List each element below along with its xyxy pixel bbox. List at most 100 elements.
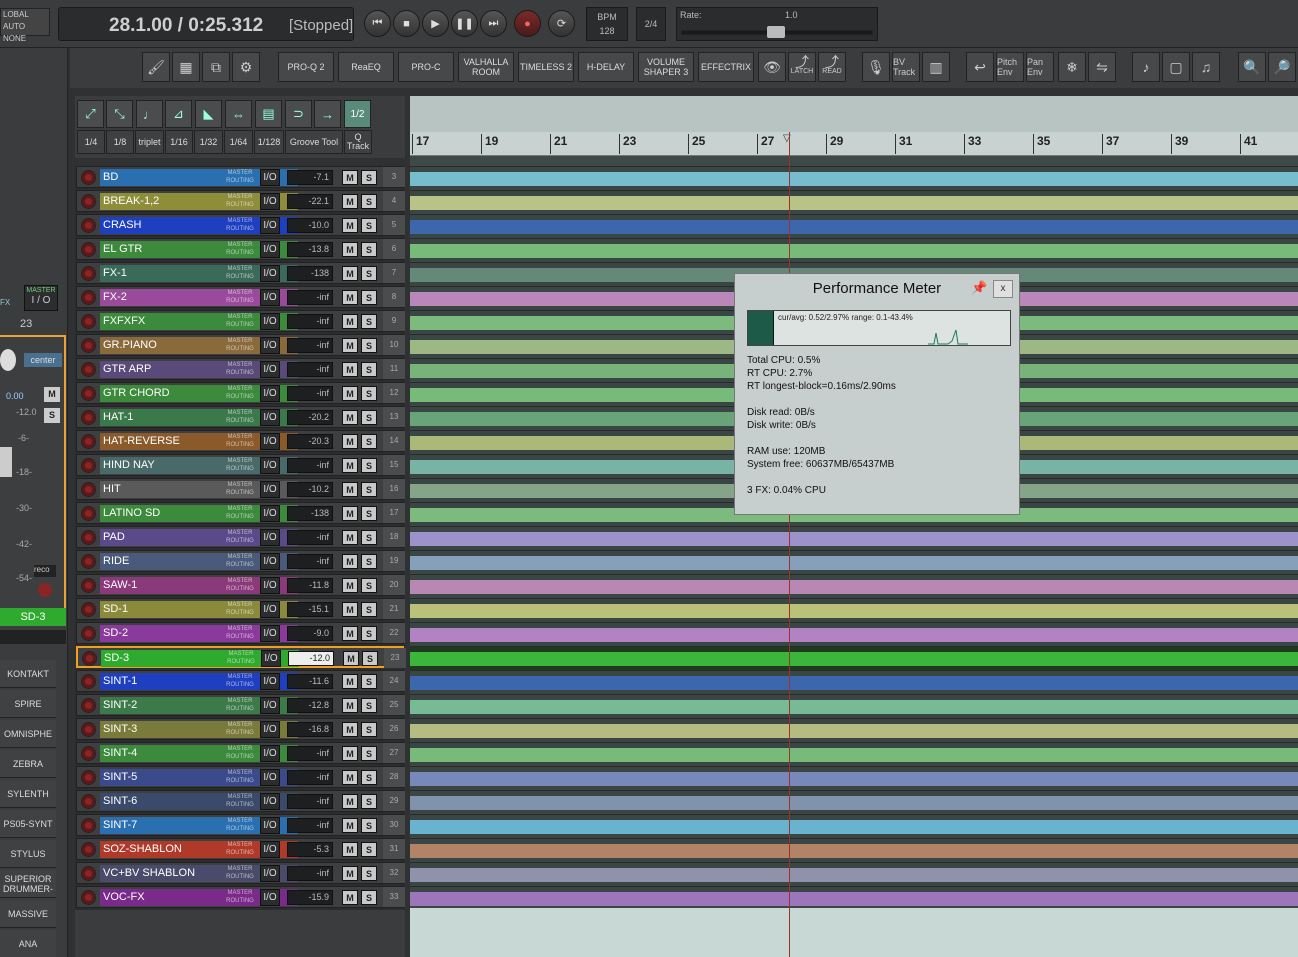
- mute-button[interactable]: M: [342, 578, 358, 593]
- pitch-env-button[interactable]: Pitch Env: [996, 52, 1024, 82]
- strip-solo-button[interactable]: S: [44, 408, 60, 423]
- track-header[interactable]: HIND NAY MASTER ROUTING I/O -inf M S 15: [76, 454, 405, 476]
- io-button[interactable]: I/O: [260, 217, 280, 234]
- grid-icon[interactable]: ▤: [255, 100, 282, 128]
- track-volume[interactable]: -10.0: [287, 218, 333, 233]
- media-item[interactable]: [410, 676, 1298, 690]
- io-button[interactable]: I/O: [260, 577, 280, 594]
- grid-half-button[interactable]: 1/2: [344, 100, 371, 128]
- record-arm-icon[interactable]: [81, 602, 96, 617]
- latch-button[interactable]: ⤴ LATCH: [788, 52, 816, 82]
- fx-button-h-delay[interactable]: H-DELAY: [578, 52, 634, 82]
- record-arm-icon[interactable]: [81, 818, 96, 833]
- grid-1-128[interactable]: 1/128: [254, 130, 284, 154]
- mute-button[interactable]: M: [342, 602, 358, 617]
- bv-track-button[interactable]: BV Track: [892, 52, 920, 82]
- track-lane[interactable]: [410, 238, 1298, 262]
- record-arm-icon[interactable]: [81, 458, 96, 473]
- track-lane[interactable]: [410, 166, 1298, 190]
- close-button[interactable]: x: [993, 280, 1013, 298]
- solo-button[interactable]: S: [361, 530, 377, 545]
- solo-button[interactable]: S: [361, 290, 377, 305]
- record-arm-icon[interactable]: [81, 386, 96, 401]
- io-button[interactable]: I/O: [260, 865, 280, 882]
- media-item[interactable]: [410, 796, 1298, 810]
- bpm-display[interactable]: BPM 128: [586, 7, 628, 41]
- brush-icon[interactable]: 🖌: [142, 52, 170, 82]
- media-item[interactable]: [410, 604, 1298, 618]
- zoom-out-icon[interactable]: 🔍: [1238, 52, 1266, 82]
- media-item[interactable]: [410, 220, 1298, 234]
- track-header[interactable]: LATINO SD MASTER ROUTING I/O -138 M S 17: [76, 502, 405, 524]
- go-to-start-icon[interactable]: ⏮: [364, 10, 391, 37]
- mute-button[interactable]: M: [342, 842, 358, 857]
- track-volume[interactable]: -inf: [287, 338, 333, 353]
- io-button[interactable]: I/O: [260, 385, 280, 402]
- solo-button[interactable]: S: [361, 434, 377, 449]
- media-item[interactable]: [410, 868, 1298, 882]
- fx-button-volume-shaper[interactable]: VOLUME SHAPER 3: [638, 52, 694, 82]
- track-lane[interactable]: [410, 550, 1298, 574]
- record-arm-icon[interactable]: [81, 722, 96, 737]
- mute-button[interactable]: M: [342, 770, 358, 785]
- track-header[interactable]: SINT-1 MASTER ROUTING I/O -11.6 M S 24: [76, 670, 405, 692]
- io-button[interactable]: I/O: [260, 769, 280, 786]
- track-header[interactable]: SAW-1 MASTER ROUTING I/O -11.8 M S 20: [76, 574, 405, 596]
- io-button[interactable]: I/O: [260, 289, 280, 306]
- solo-button[interactable]: S: [361, 218, 377, 233]
- strip-record-arm-icon[interactable]: [38, 583, 52, 597]
- mute-button[interactable]: M: [342, 554, 358, 569]
- track-volume[interactable]: -20.3: [287, 434, 333, 449]
- ripple-icon[interactable]: ⊃: [285, 100, 312, 128]
- track-header[interactable]: BREAK-1,2 MASTER ROUTING I/O -22.1 M S 4: [76, 190, 405, 212]
- track-volume[interactable]: -inf: [287, 770, 333, 785]
- track-header[interactable]: BD MASTER ROUTING I/O -7.1 M S 3: [76, 166, 405, 188]
- record-arm-icon[interactable]: [81, 266, 96, 281]
- microphone-icon[interactable]: 🎙: [862, 52, 890, 82]
- grid-triplet[interactable]: triplet: [135, 130, 164, 154]
- record-arm-icon[interactable]: [81, 746, 96, 761]
- record-arm-icon[interactable]: [81, 626, 96, 641]
- grid-1-8[interactable]: 1/8: [106, 130, 134, 154]
- track-volume[interactable]: -inf: [287, 530, 333, 545]
- solo-button[interactable]: S: [361, 506, 377, 521]
- track-lane[interactable]: [410, 670, 1298, 694]
- track-header[interactable]: SINT-5 MASTER ROUTING I/O -inf M S 28: [76, 766, 405, 788]
- grid-1-16[interactable]: 1/16: [165, 130, 193, 154]
- solo-button[interactable]: S: [361, 890, 377, 905]
- media-item[interactable]: [410, 748, 1298, 762]
- mute-button[interactable]: M: [342, 482, 358, 497]
- mute-button[interactable]: M: [343, 651, 359, 666]
- mute-button[interactable]: M: [342, 266, 358, 281]
- mute-button[interactable]: M: [342, 410, 358, 425]
- mute-button[interactable]: M: [342, 794, 358, 809]
- pan-env-button[interactable]: Pan Env: [1026, 52, 1054, 82]
- media-item[interactable]: [410, 652, 1298, 666]
- track-volume[interactable]: -5.3: [287, 842, 333, 857]
- undo-env-icon[interactable]: ↩: [966, 52, 994, 82]
- track-lane[interactable]: [410, 694, 1298, 718]
- track-volume[interactable]: -inf: [287, 818, 333, 833]
- track-header[interactable]: RIDE MASTER ROUTING I/O -inf M S 19: [76, 550, 405, 572]
- solo-button[interactable]: S: [362, 651, 378, 666]
- vsti-superior-drummer[interactable]: SUPERIOR DRUMMER-: [0, 870, 56, 898]
- media-item[interactable]: [410, 820, 1298, 834]
- io-button[interactable]: I/O: [260, 673, 280, 690]
- pan-knob[interactable]: [0, 349, 16, 371]
- io-button[interactable]: I/O: [261, 650, 281, 667]
- track-lane[interactable]: [410, 190, 1298, 214]
- solo-button[interactable]: S: [361, 170, 377, 185]
- grid-1-4[interactable]: 1/4: [77, 130, 105, 154]
- solo-button[interactable]: S: [361, 410, 377, 425]
- track-header[interactable]: FXFXFX MASTER ROUTING I/O -inf M S 9: [76, 310, 405, 332]
- track-volume[interactable]: -138: [287, 266, 333, 281]
- track-volume[interactable]: -9.0: [287, 626, 333, 641]
- arrow-icon[interactable]: →: [314, 100, 341, 128]
- vsti-ana[interactable]: ANA: [0, 930, 56, 957]
- rate-control[interactable]: Rate: 1.0: [676, 7, 878, 41]
- snap-icon[interactable]: ⤢: [77, 100, 104, 128]
- record-arm-icon[interactable]: [81, 482, 96, 497]
- record-arm-icon[interactable]: [81, 554, 96, 569]
- io-button[interactable]: I/O: [260, 457, 280, 474]
- track-lane[interactable]: [410, 598, 1298, 622]
